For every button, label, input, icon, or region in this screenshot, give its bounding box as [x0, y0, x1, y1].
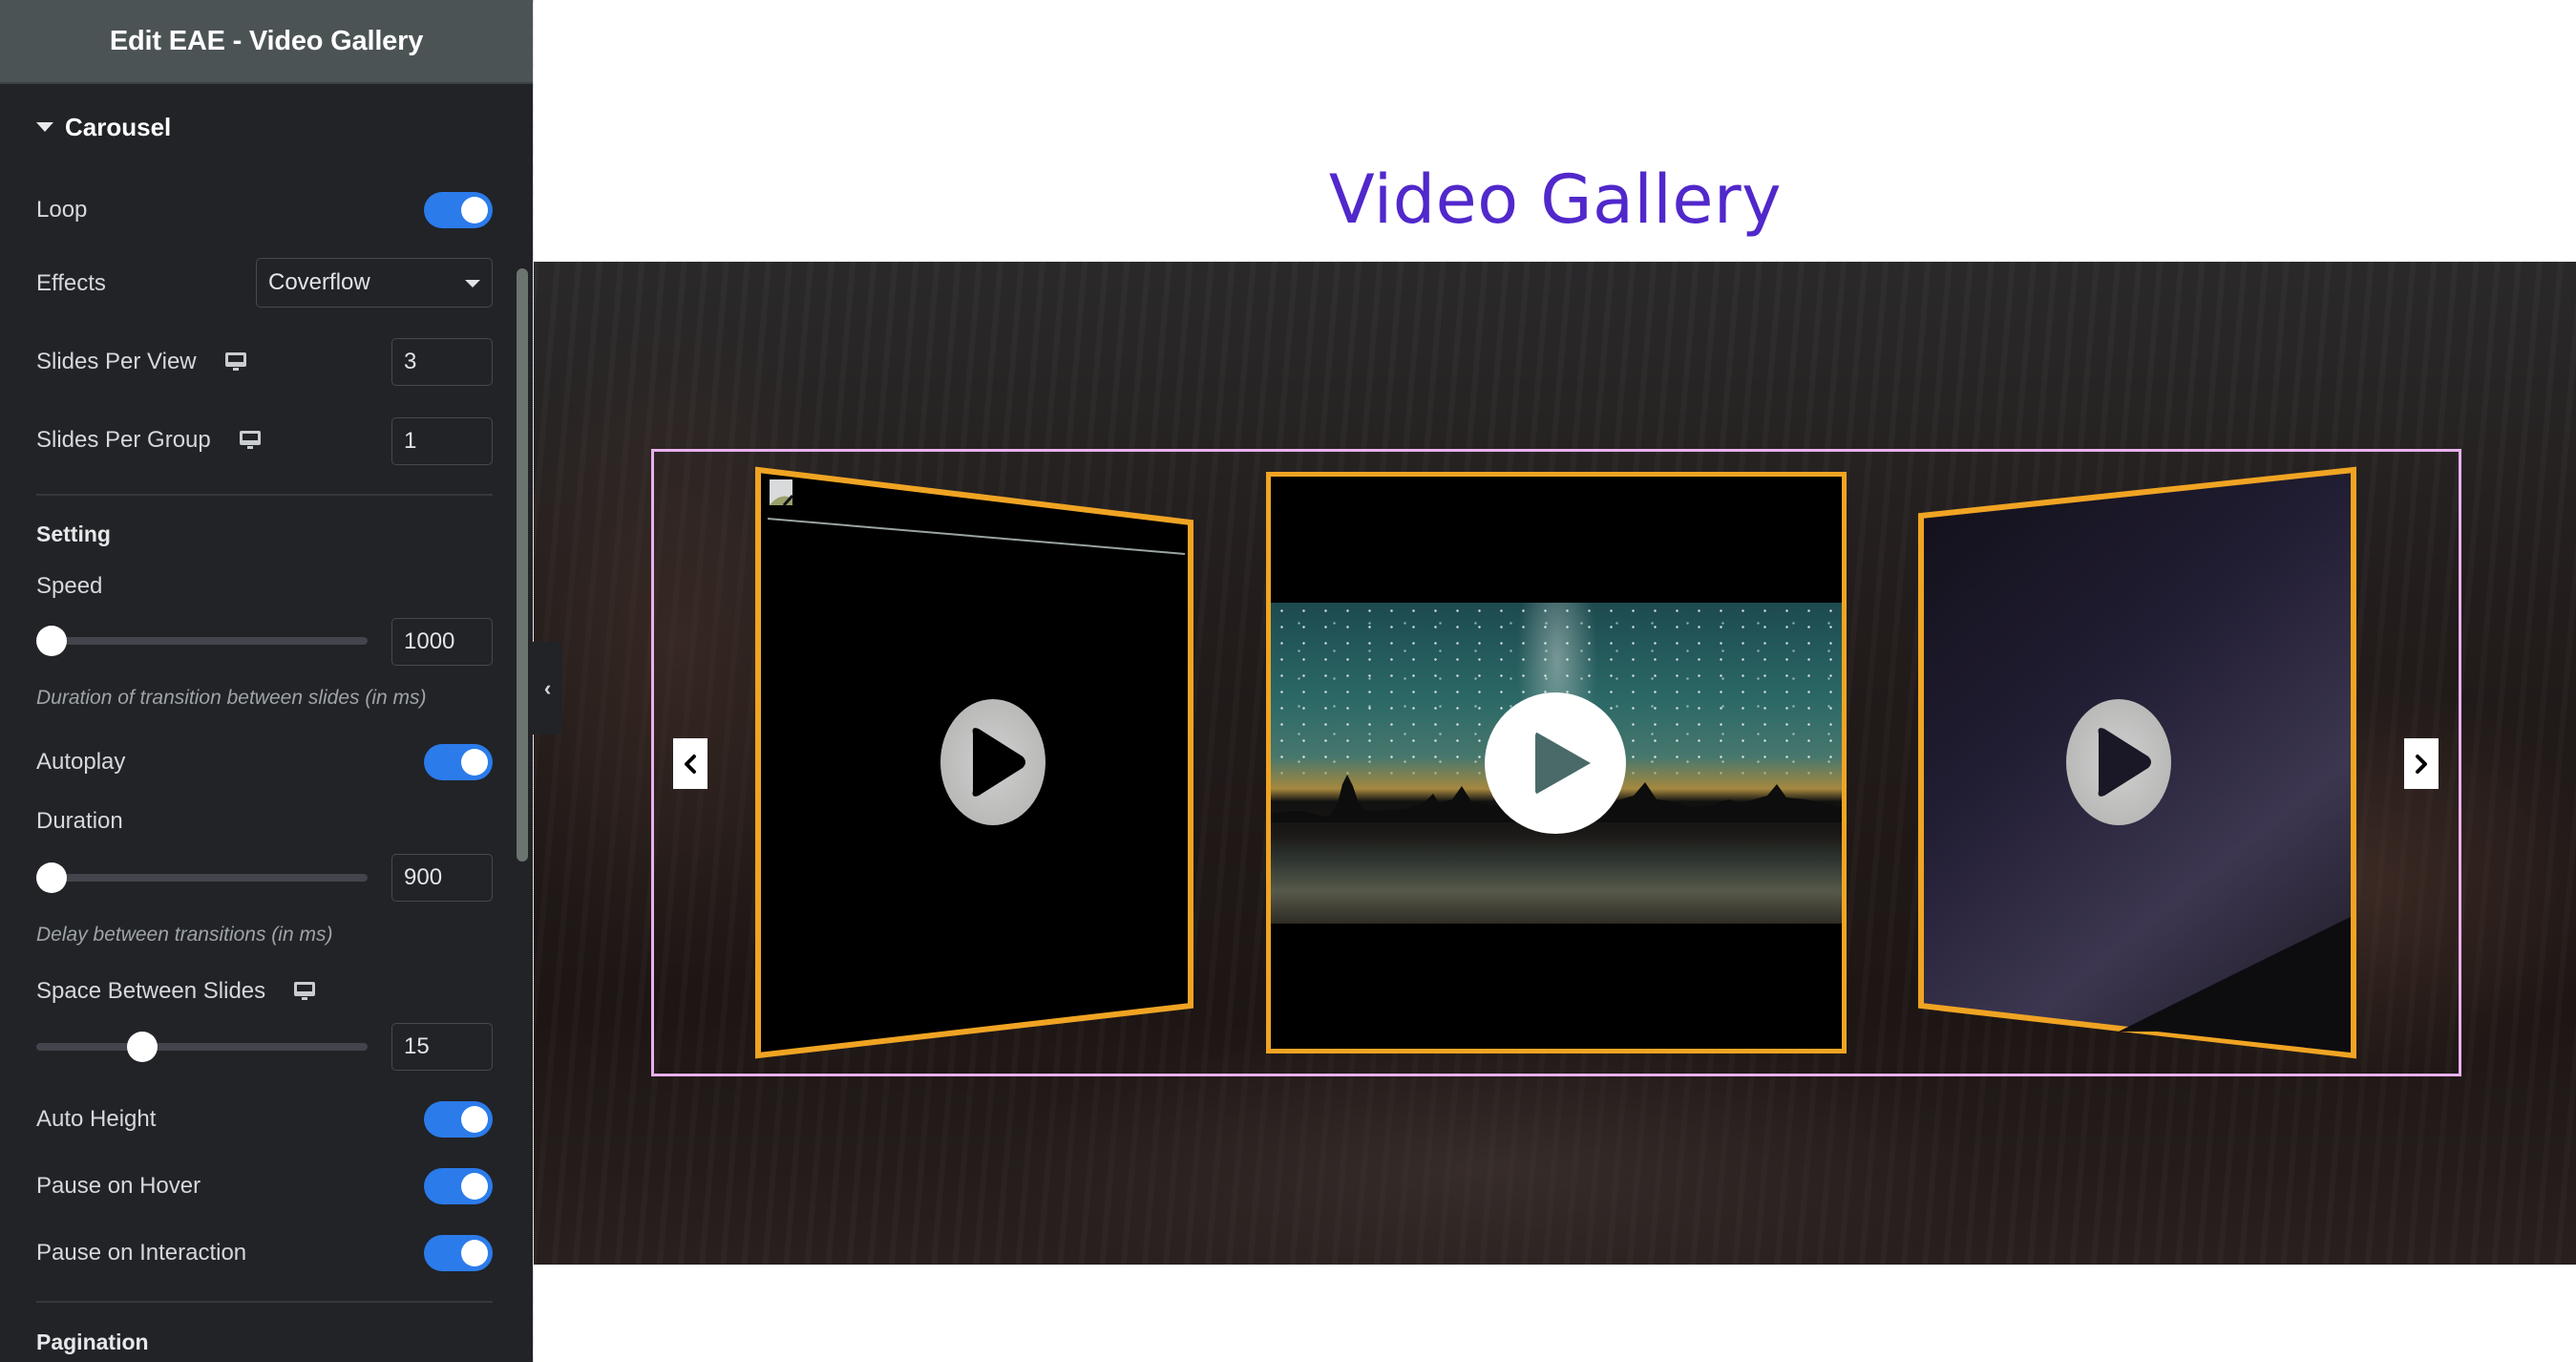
duration-control: Duration [36, 806, 493, 837]
chevron-left-icon [685, 754, 696, 774]
pause-on-hover-toggle[interactable] [424, 1168, 493, 1204]
page-preview: Video Gallery [533, 0, 2576, 1362]
speed-control: Speed [36, 571, 493, 602]
pagination-heading: Pagination [36, 1329, 149, 1354]
pause-on-interaction-label: Pause on Interaction [36, 1240, 247, 1266]
loop-label: Loop [36, 197, 88, 223]
panel-title: Edit EAE - Video Gallery [109, 25, 424, 56]
speed-slider[interactable] [36, 626, 368, 656]
autoplay-control: Autoplay [36, 744, 493, 780]
duration-label: Duration [36, 808, 123, 834]
desktop-icon[interactable] [239, 431, 261, 450]
toggle-knob [461, 1173, 488, 1200]
slide-center[interactable] [1266, 472, 1847, 1053]
pause-on-interaction-toggle[interactable] [424, 1235, 493, 1271]
sidebar-scrollbar[interactable] [517, 268, 528, 862]
page-title: Video Gallery [1328, 160, 1783, 239]
space-between-slider-knob[interactable] [126, 1032, 158, 1062]
loop-control: Loop [36, 192, 493, 228]
speed-label: Speed [36, 573, 103, 599]
duration-description-row: Delay between transitions (in ms) [36, 921, 493, 949]
slide-left[interactable] [755, 466, 1193, 1059]
effects-selected-value: Coverflow [268, 269, 370, 295]
desktop-icon[interactable] [224, 352, 246, 372]
space-between-slider[interactable] [36, 1032, 368, 1062]
chevron-right-icon [2416, 754, 2427, 774]
slides-per-group-input[interactable] [391, 417, 493, 465]
space-between-label: Space Between Slides [36, 978, 266, 1004]
loop-toggle[interactable] [424, 192, 493, 228]
section-title: Carousel [65, 112, 172, 141]
toggle-knob [461, 197, 488, 223]
dropdown-caret-icon [465, 280, 480, 287]
carousel-section-toggle[interactable]: Carousel [36, 111, 171, 143]
duration-description: Delay between transitions (in ms) [36, 924, 333, 946]
toggle-knob [461, 1240, 488, 1266]
duration-input[interactable] [391, 854, 493, 902]
play-triangle [1535, 732, 1591, 795]
autoplay-label: Autoplay [36, 749, 126, 775]
slide-right[interactable] [1918, 466, 2356, 1059]
duration-slider[interactable] [36, 862, 368, 893]
space-between-control: Space Between Slides [36, 975, 493, 1008]
pause-on-interaction-control: Pause on Interaction [36, 1235, 493, 1271]
speed-description-row: Duration of transition between slides (i… [36, 684, 493, 713]
space-between-input[interactable] [391, 1023, 493, 1071]
section-divider [36, 494, 493, 496]
collapse-panel-button[interactable]: ‹ [533, 642, 562, 734]
autoplay-toggle[interactable] [424, 744, 493, 780]
desktop-icon[interactable] [294, 982, 316, 1001]
toggle-knob [461, 749, 488, 776]
editor-sidebar: Edit EAE - Video Gallery Carousel Loop E… [0, 0, 533, 1362]
effects-select[interactable]: Coverflow [256, 258, 493, 308]
slides-per-view-input[interactable] [391, 338, 493, 386]
carousel-next-button[interactable] [2404, 738, 2439, 789]
slides-per-view-label: Slides Per View [36, 349, 197, 374]
auto-height-control: Auto Height [36, 1101, 493, 1138]
section-divider [36, 1301, 493, 1303]
carousel-prev-button[interactable] [673, 738, 707, 789]
caret-down-icon [36, 122, 53, 132]
broken-image-icon [770, 479, 794, 507]
panel-header: Edit EAE - Video Gallery [0, 0, 533, 84]
setting-heading: Setting [36, 521, 111, 546]
chevron-left-icon: ‹ [543, 675, 552, 700]
pause-on-hover-label: Pause on Hover [36, 1173, 201, 1199]
speed-description: Duration of transition between slides (i… [36, 687, 427, 709]
auto-height-toggle[interactable] [424, 1101, 493, 1138]
speed-slider-knob[interactable] [36, 626, 67, 656]
pause-on-hover-control: Pause on Hover [36, 1168, 493, 1204]
toggle-knob [461, 1106, 488, 1133]
effects-label: Effects [36, 270, 106, 296]
play-icon[interactable] [1485, 692, 1626, 834]
speed-input[interactable] [391, 618, 493, 666]
duration-slider-knob[interactable] [36, 862, 67, 893]
setting-heading-row: Setting [36, 520, 493, 548]
pagination-heading-row: Pagination [36, 1328, 493, 1356]
slides-per-group-label: Slides Per Group [36, 427, 211, 453]
auto-height-label: Auto Height [36, 1106, 157, 1132]
